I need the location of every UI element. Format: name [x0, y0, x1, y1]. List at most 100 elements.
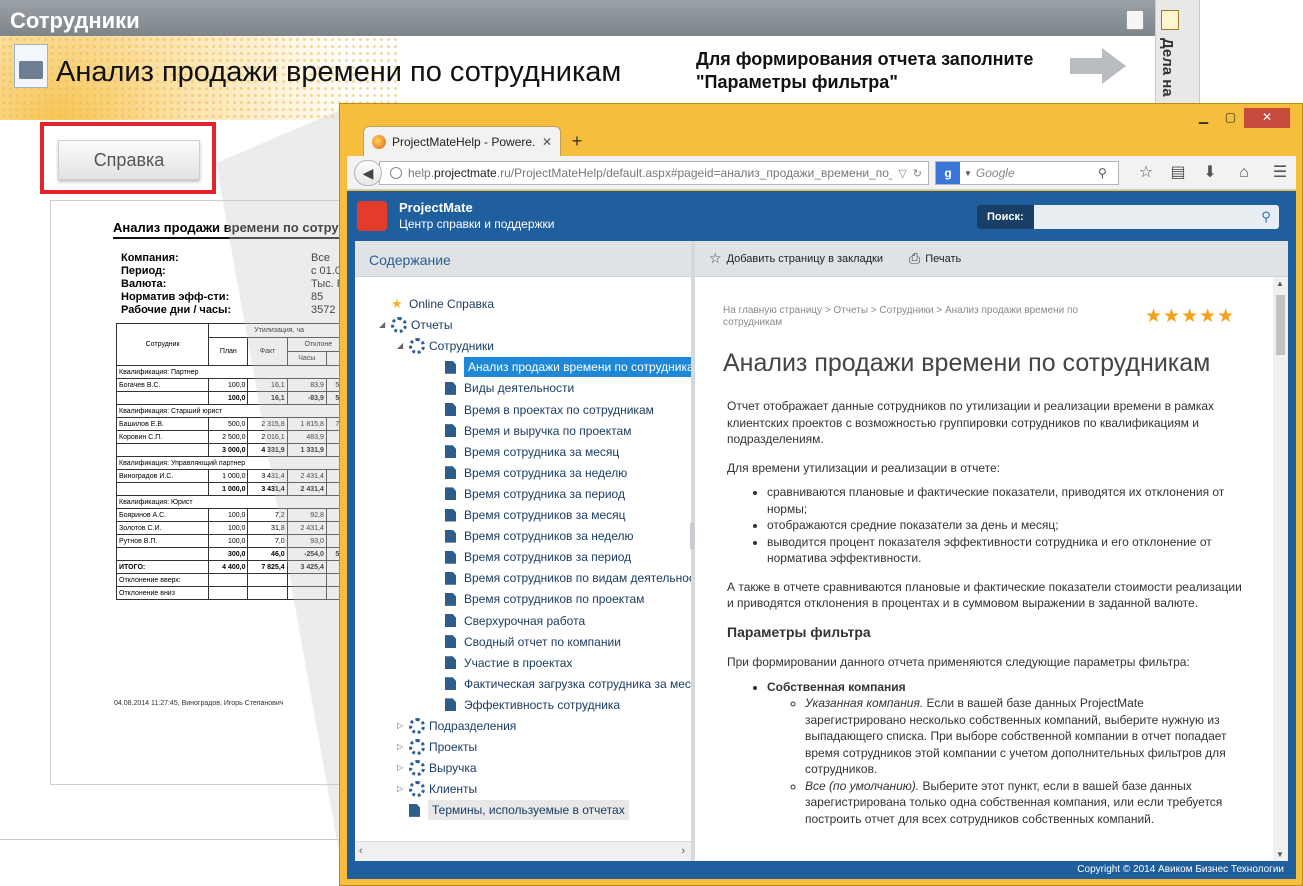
rating-stars[interactable]: ★★★★★: [1145, 305, 1235, 328]
toc-item-label: Проекты: [429, 740, 478, 755]
article-bullet-list: сравниваются плановые и фактические пока…: [767, 484, 1247, 567]
tasks-icon[interactable]: [1161, 10, 1179, 30]
search-engine-input[interactable]: Google: [976, 166, 1098, 180]
article-content: На главную страницу > Отчеты > Сотрудник…: [695, 277, 1288, 861]
breadcrumb[interactable]: На главную страницу > Отчеты > Сотрудник…: [723, 305, 1123, 329]
table-cell: 300,0: [208, 547, 249, 561]
print-button[interactable]: ⎙ Печать: [909, 250, 961, 267]
bookmark-star-icon[interactable]: ☆: [1133, 163, 1159, 183]
expand-arrow-icon[interactable]: ▷: [397, 737, 409, 757]
toc-item[interactable]: Участие в проектах: [433, 653, 572, 673]
article-paragraph: А также в отчете сравниваются плановые и…: [727, 579, 1242, 611]
projectmate-logo-icon[interactable]: [357, 201, 387, 231]
page-icon: [445, 424, 456, 438]
table-cell: [115, 443, 210, 457]
browser-tab[interactable]: ProjectMateHelp - Powere... ✕: [363, 126, 561, 156]
search-icon[interactable]: ⚲: [1253, 205, 1279, 229]
table-row: Отклонение вниз: [115, 586, 351, 600]
toc-item[interactable]: Время сотрудника за период: [433, 484, 625, 504]
close-button[interactable]: ✕: [1244, 108, 1290, 128]
scroll-left-icon[interactable]: ‹: [359, 845, 363, 857]
table-cell: 2 431,4: [286, 521, 327, 535]
toc-item[interactable]: Время в проектах по сотрудникам: [433, 400, 654, 420]
search-engine-box[interactable]: g ▼ Google ⚲: [935, 161, 1119, 185]
toc-item[interactable]: Время сотрудников по видам деятельности: [433, 568, 691, 588]
toc-item[interactable]: ◢ Сотрудники: [397, 336, 494, 356]
toc-item[interactable]: Термины, используемые в отчетах: [397, 800, 629, 821]
new-tab-button[interactable]: +: [565, 126, 589, 156]
toc-item[interactable]: Эффективность сотрудника: [433, 695, 620, 715]
tab-close-icon[interactable]: ✕: [542, 135, 552, 149]
toc-item[interactable]: Время сотрудников за неделю: [433, 526, 634, 546]
url-bar[interactable]: help.projectmate.ru/ProjectMateHelp/defa…: [379, 161, 929, 185]
toc-item[interactable]: Фактическая загрузка сотрудника за месяц: [433, 674, 691, 694]
table-cell: 483,9: [286, 430, 327, 444]
reload-icon[interactable]: ↻: [913, 167, 922, 180]
toc-item[interactable]: Сверхурочная работа: [433, 611, 585, 631]
reading-list-icon[interactable]: ▤: [1165, 163, 1191, 183]
toc-item-label: Сотрудники: [429, 339, 494, 354]
toc-item[interactable]: ▷ Выручка: [397, 758, 477, 778]
toc-item-label: Эффективность сотрудника: [464, 697, 621, 712]
page-icon: [445, 403, 456, 416]
toc-item[interactable]: Время сотрудника за неделю: [433, 463, 627, 483]
table-cell: 2 500,0: [208, 430, 249, 444]
horizontal-scrollbar[interactable]: ‹ ›: [355, 841, 691, 861]
table-row: Бояринов А.С.100,07,292,821: [115, 508, 351, 522]
toc-item[interactable]: Время сотрудников за период: [433, 547, 631, 567]
article-paragraph: Отчет отображает данные сотрудников по у…: [727, 399, 1215, 446]
table-cell: 46,0: [247, 547, 288, 561]
dropdown-icon[interactable]: ▽: [898, 167, 906, 180]
expand-arrow-icon[interactable]: ▷: [397, 758, 409, 778]
home-icon[interactable]: ⌂: [1231, 163, 1257, 183]
toc-item[interactable]: ▷ Клиенты: [397, 779, 477, 799]
minimize-button[interactable]: ▁: [1190, 108, 1217, 128]
toc-item[interactable]: Время сотрудника за месяц: [433, 442, 619, 462]
scroll-up-icon[interactable]: ▲: [1276, 279, 1284, 288]
toc-item[interactable]: Сводный отчет по компании: [433, 632, 621, 652]
expand-arrow-icon[interactable]: ◢: [397, 336, 409, 356]
table-cell: 4 400,0: [208, 560, 249, 574]
toc-item[interactable]: Время и выручка по проектам: [433, 421, 631, 441]
help-button[interactable]: Справка: [58, 140, 200, 180]
group-cell: Квалификация: Управляющий партнер: [116, 456, 350, 470]
table-cell: [247, 573, 288, 587]
site-search-input[interactable]: [1033, 205, 1253, 229]
maximize-button[interactable]: ▢: [1217, 108, 1244, 128]
article-paragraph: Для времени утилизации и реализации в от…: [727, 460, 1001, 475]
col-header-employee: Сотрудник: [115, 323, 210, 366]
expand-arrow-icon[interactable]: ◢: [379, 315, 391, 335]
scroll-right-icon[interactable]: ›: [681, 845, 685, 857]
tasks-panel-label[interactable]: Дела на: [1159, 38, 1176, 97]
vertical-scrollbar[interactable]: ▲ ▼: [1273, 277, 1288, 861]
toc-item[interactable]: ▷ Подразделения: [397, 716, 516, 736]
add-bookmark-button[interactable]: ☆ Добавить страницу в закладки: [709, 250, 883, 267]
toc-item[interactable]: Анализ продажи времени по сотрудникам: [433, 357, 691, 378]
url-text[interactable]: help.projectmate.ru/ProjectMateHelp/defa…: [408, 166, 892, 180]
article-paragraph: При формировании данного отчета применяю…: [727, 655, 1190, 669]
back-button[interactable]: ◀: [354, 160, 382, 186]
menu-icon[interactable]: ☰: [1267, 163, 1293, 183]
toc-item[interactable]: Время сотрудников по проектам: [433, 589, 644, 609]
chevron-down-icon[interactable]: ▼: [964, 169, 972, 178]
table-row: 3 000,04 331,91 331,931: [115, 443, 351, 457]
expand-arrow-icon[interactable]: ▷: [397, 779, 409, 799]
toc-item[interactable]: Время сотрудников за месяц: [433, 505, 626, 525]
scroll-down-icon[interactable]: ▼: [1276, 850, 1284, 859]
search-icon[interactable]: ⚲: [1098, 166, 1118, 180]
document-icon[interactable]: [1126, 10, 1144, 30]
article-toolbar: ☆ Добавить страницу в закладки ⎙ Печать: [695, 241, 1288, 277]
expand-arrow-icon[interactable]: ▷: [397, 716, 409, 736]
toc-item[interactable]: Виды деятельности: [433, 378, 574, 398]
site-name: ProjectMate: [399, 200, 473, 215]
table-row: Богачев В.С.100,016,183,9521: [115, 378, 351, 392]
download-icon[interactable]: ⬇: [1197, 163, 1223, 183]
report-printer-icon: [14, 44, 48, 88]
toc-item[interactable]: ◢ Отчеты: [379, 315, 452, 335]
table-cell: [286, 586, 327, 600]
scrollbar-thumb[interactable]: [1276, 295, 1285, 355]
toc-item[interactable]: ▷ Проекты: [397, 737, 477, 757]
toc-item[interactable]: ★ Online Справка: [379, 294, 494, 314]
google-icon[interactable]: g: [936, 162, 960, 184]
star-outline-icon: ☆: [709, 250, 722, 266]
